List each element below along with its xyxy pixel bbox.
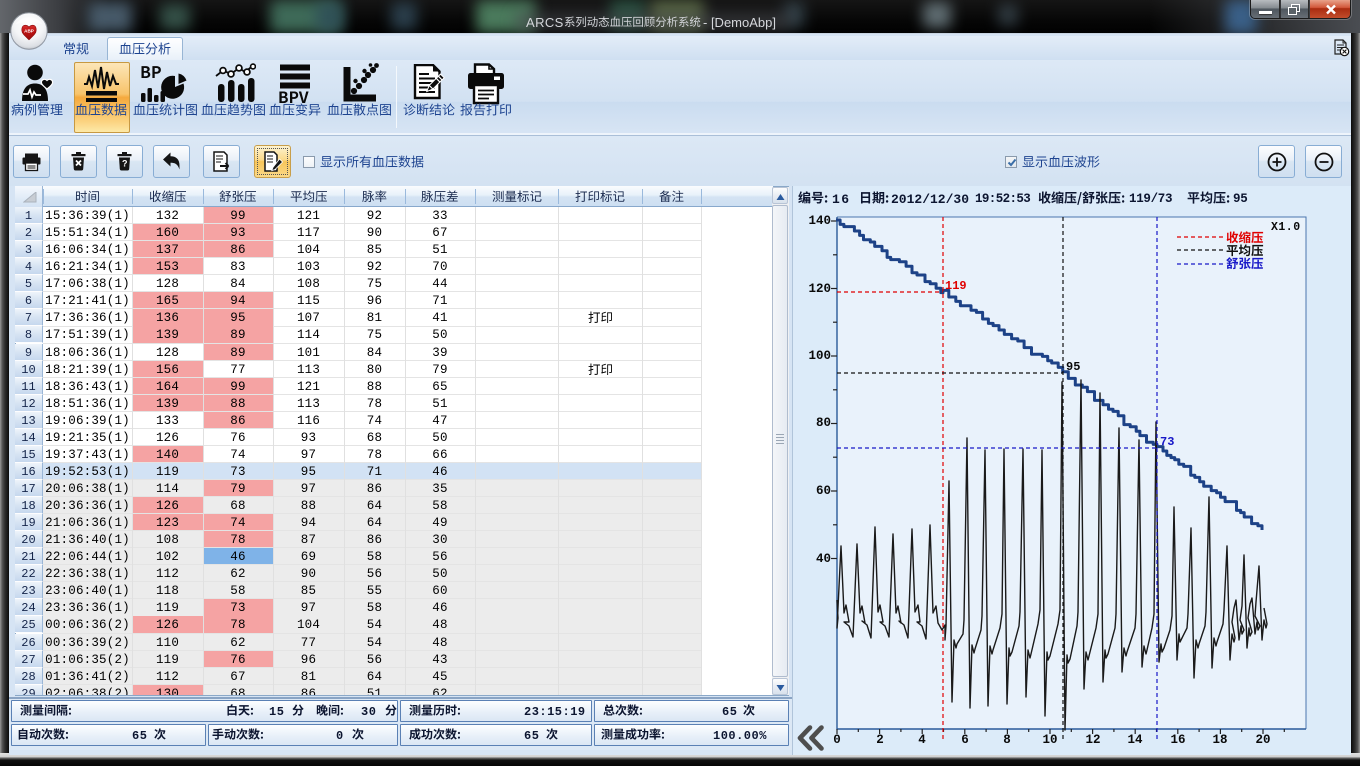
svg-text:ABP: ABP xyxy=(24,29,34,34)
